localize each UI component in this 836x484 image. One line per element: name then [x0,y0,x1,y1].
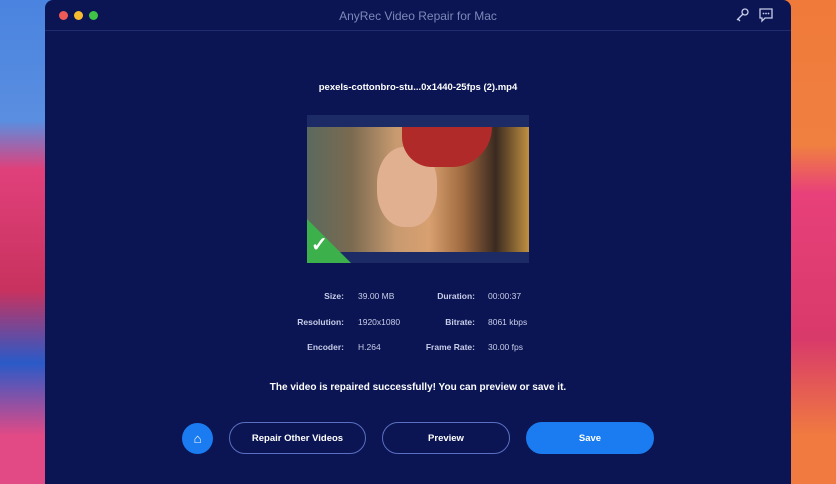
check-icon: ✓ [311,234,328,256]
resolution-value: 1920x1080 [358,317,401,327]
bitrate-label: Bitrate: [445,317,475,327]
feedback-icon[interactable] [758,7,774,23]
home-icon: ⌂ [193,431,202,446]
video-thumbnail[interactable]: ✓ [307,115,529,263]
app-window: AnyRec Video Repair for Mac pexels-cotto… [45,0,791,484]
frame-rate-value: 30.00 fps [488,342,523,352]
duration-label: Duration: [437,291,475,301]
resolution-label: Resolution: [297,317,344,327]
home-button[interactable]: ⌂ [182,423,213,454]
video-frame-image [307,127,529,252]
size-label: Size: [324,291,344,301]
encoder-label: Encoder: [307,342,344,352]
success-message: The video is repaired successfully! You … [269,382,567,393]
file-name: pexels-cottonbro-stu...0x1440-25fps (2).… [318,82,518,93]
frame-rate-label: Frame Rate: [425,342,475,352]
repair-other-videos-button[interactable]: Repair Other Videos [229,422,366,454]
encoder-value: H.264 [358,342,381,352]
size-value: 39.00 MB [358,291,395,301]
save-button[interactable]: Save [526,422,654,454]
title-bar: AnyRec Video Repair for Mac [45,0,791,31]
preview-button[interactable]: Preview [382,422,510,454]
window-title: AnyRec Video Repair for Mac [339,9,497,23]
duration-value: 00:00:37 [488,291,522,301]
key-icon[interactable] [734,7,750,23]
bitrate-value: 8061 kbps [488,317,528,327]
